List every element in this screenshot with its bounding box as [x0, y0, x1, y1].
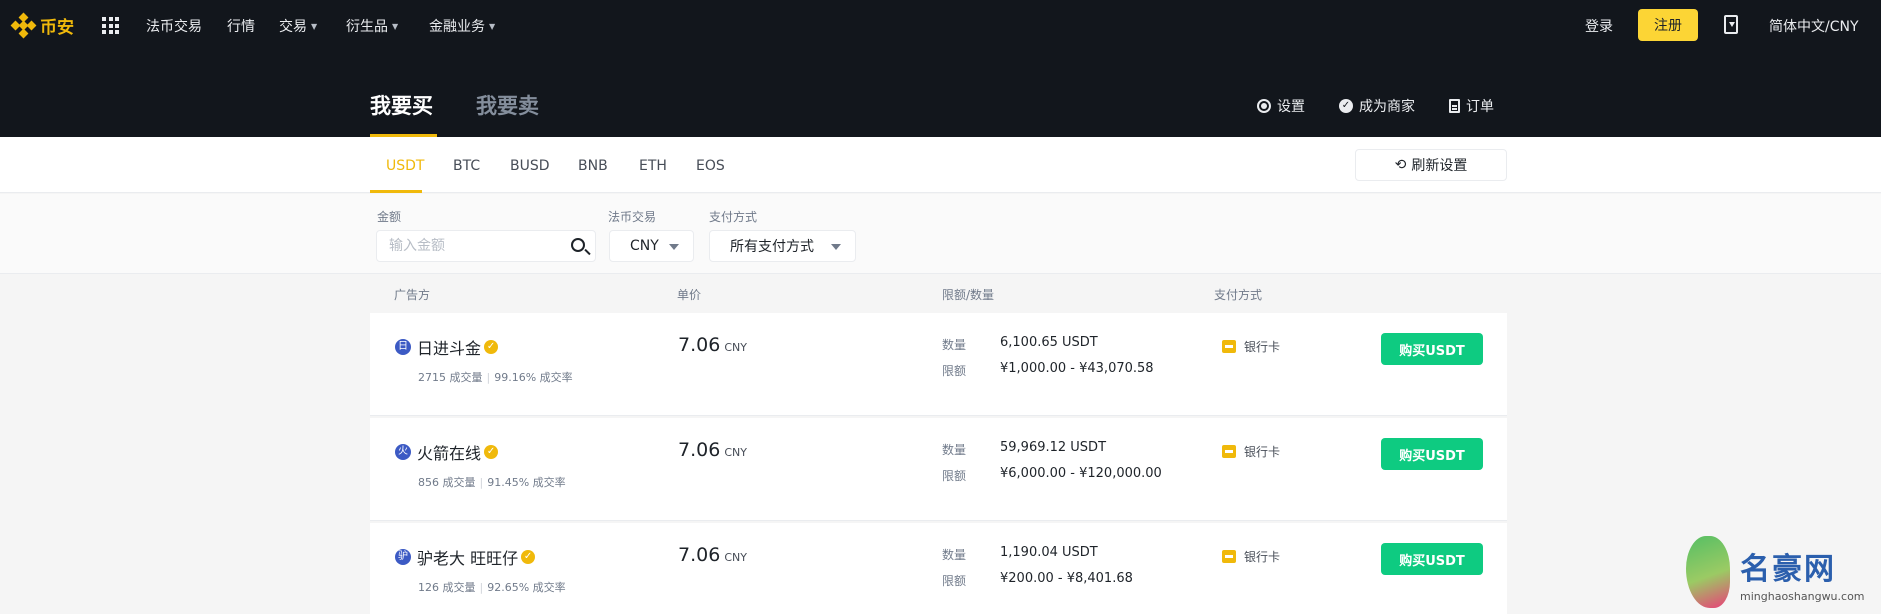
amount-input-wrapper[interactable] [376, 230, 596, 262]
nav-item-trade[interactable]: 交易 ▼ [279, 16, 317, 36]
brand-name: 币安 [40, 18, 74, 38]
buy-usdt-button[interactable]: 购买USDT [1381, 333, 1483, 365]
nav-item-fiat-trade[interactable]: 法币交易 [146, 16, 202, 36]
tab-buy[interactable]: 我要买 [370, 90, 433, 120]
watermark-url: minghaoshangwu.com [1740, 590, 1865, 603]
document-icon [1449, 99, 1460, 113]
merchant-stats: 856 成交量 | 91.45% 成交率 [418, 476, 566, 489]
nav-item-finance[interactable]: 金融业务 ▼ [429, 16, 495, 36]
refresh-settings-button[interactable]: ⟲ 刷新设置 [1355, 149, 1507, 181]
chevron-down-icon: ▼ [489, 22, 496, 31]
unit-price: 7.06 CNY [678, 439, 747, 461]
chevron-down-icon: ▼ [392, 22, 399, 31]
payment-method-select[interactable]: 所有支付方式 [709, 230, 856, 262]
limit-value: ¥1,000.00 - ¥43,070.58 [1000, 361, 1154, 376]
buy-usdt-button[interactable]: 购买USDT [1381, 438, 1483, 470]
unit-price: 7.06 CNY [678, 334, 747, 356]
apps-grid-icon[interactable] [102, 17, 119, 34]
tab-btc[interactable]: BTC [453, 158, 480, 174]
chevron-down-icon: ▼ [311, 22, 318, 31]
nav-item-derivatives[interactable]: 衍生品 ▼ [346, 16, 398, 36]
tab-usdt[interactable]: USDT [386, 158, 424, 174]
quantity-label: 数量 [942, 443, 967, 457]
merchant-name[interactable]: 日进斗金 ✓ [417, 335, 499, 359]
orders-link[interactable]: 订单 [1449, 96, 1494, 116]
tab-sell[interactable]: 我要卖 [476, 90, 539, 120]
unit-price: 7.06 CNY [678, 544, 747, 566]
avatar: 火 [395, 444, 411, 460]
active-tab-underline [370, 190, 422, 193]
bank-card-icon [1222, 445, 1236, 458]
settings-link[interactable]: 设置 [1257, 96, 1305, 116]
tab-busd[interactable]: BUSD [510, 158, 550, 174]
column-header-payment: 支付方式 [1214, 288, 1263, 302]
check-badge-icon: ✓ [1339, 99, 1353, 113]
crypto-tab-bar: USDT BTC BUSD BNB ETH EOS ⟲ 刷新设置 [0, 137, 1881, 193]
tab-bnb[interactable]: BNB [578, 158, 608, 174]
payment-label: 支付方式 [709, 210, 758, 224]
register-button[interactable]: 注册 [1638, 9, 1698, 41]
bank-card-icon [1222, 550, 1236, 563]
limit-value: ¥200.00 - ¥8,401.68 [1000, 571, 1133, 586]
quantity-value: 1,190.04 USDT [1000, 545, 1098, 560]
quantity-label: 数量 [942, 338, 967, 352]
language-currency-selector[interactable]: 简体中文/CNY [1769, 16, 1859, 36]
avatar: 日 [395, 339, 411, 355]
payment-method: 银行卡 [1222, 338, 1280, 355]
watermark-title: 名豪网 [1740, 552, 1836, 587]
merchant-name[interactable]: 驴老大 旺旺仔 ✓ [417, 545, 536, 569]
column-header-price: 单价 [677, 288, 702, 302]
download-icon[interactable] [1724, 15, 1738, 34]
bank-card-icon [1222, 340, 1236, 353]
tab-eth[interactable]: ETH [639, 158, 667, 174]
table-row: 驴 驴老大 旺旺仔 ✓ 126 成交量 | 92.65% 成交率 7.06 CNY 数… [370, 523, 1507, 614]
caret-down-icon [669, 244, 679, 250]
caret-down-icon [831, 244, 841, 250]
table-row: 火 火箭在线 ✓ 856 成交量 | 91.45% 成交率 7.06 CNY 数量 5… [370, 418, 1507, 521]
quantity-value: 6,100.65 USDT [1000, 335, 1098, 350]
gear-icon [1257, 99, 1271, 113]
quantity-label: 数量 [942, 548, 967, 562]
site-watermark: 名豪网 minghaoshangwu.com [1678, 536, 1878, 612]
binance-logo-icon [10, 12, 37, 38]
payment-method: 银行卡 [1222, 443, 1280, 460]
amount-label: 金额 [377, 210, 402, 224]
fiat-label: 法币交易 [608, 210, 657, 224]
merchant-stats: 2715 成交量 | 99.16% 成交率 [418, 371, 573, 384]
watermark-logo-icon [1686, 536, 1730, 608]
payment-method: 银行卡 [1222, 548, 1280, 565]
verified-icon: ✓ [484, 340, 499, 354]
limit-label: 限额 [942, 469, 967, 483]
binance-logo[interactable]: 币安 [10, 12, 74, 38]
refresh-icon: ⟲ [1394, 157, 1407, 173]
avatar: 驴 [395, 549, 411, 565]
top-navigation: 币安 法币交易 行情 交易 ▼ 衍生品 ▼ 金融业务 ▼ 登录 注册 简体中文/CNY [0, 0, 1881, 50]
limit-label: 限额 [942, 574, 967, 588]
limit-label: 限额 [942, 364, 967, 378]
p2p-header: 我要买 我要卖 设置 ✓ 成为商家 订单 [0, 50, 1881, 137]
column-header-advertiser: 广告方 [394, 288, 431, 302]
column-header-limit: 限额/数量 [942, 288, 995, 302]
limit-value: ¥6,000.00 - ¥120,000.00 [1000, 466, 1162, 481]
tab-eos[interactable]: EOS [696, 158, 725, 174]
fiat-select[interactable]: CNY [609, 230, 694, 262]
verified-icon: ✓ [484, 445, 499, 459]
quantity-value: 59,969.12 USDT [1000, 440, 1107, 455]
merchant-name[interactable]: 火箭在线 ✓ [417, 440, 499, 464]
verified-icon: ✓ [521, 550, 536, 564]
filter-bar: 金额 法币交易 CNY 支付方式 所有支付方式 [0, 194, 1881, 274]
merchant-stats: 126 成交量 | 92.65% 成交率 [418, 581, 566, 594]
amount-input[interactable] [377, 231, 557, 261]
table-row: 日 日进斗金 ✓ 2715 成交量 | 99.16% 成交率 7.06 CNY 数量 … [370, 313, 1507, 416]
nav-item-markets[interactable]: 行情 [227, 16, 255, 36]
login-link[interactable]: 登录 [1585, 16, 1613, 36]
buy-usdt-button[interactable]: 购买USDT [1381, 543, 1483, 575]
search-icon[interactable] [571, 238, 585, 252]
become-merchant-link[interactable]: ✓ 成为商家 [1339, 96, 1415, 116]
